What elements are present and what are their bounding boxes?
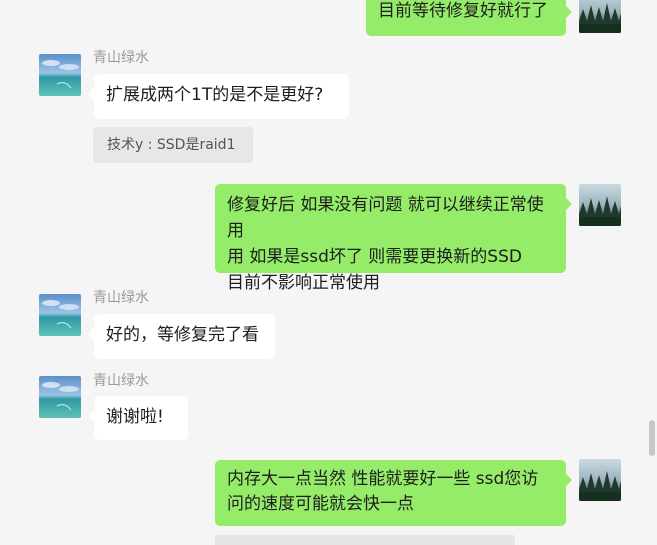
message-bubble-contact[interactable]: 好的，等修复完了看: [88, 314, 275, 359]
sea-avatar-icon: [39, 294, 81, 336]
sea-avatar-icon: [39, 376, 81, 418]
sender-name: 青山绿水: [93, 290, 149, 306]
contact-avatar[interactable]: [39, 294, 81, 336]
self-avatar[interactable]: [579, 184, 621, 226]
scrollbar-thumb[interactable]: [649, 420, 655, 456]
forest-avatar-icon: [579, 459, 621, 501]
partial-message-preview: [215, 535, 515, 545]
message-bubble-contact[interactable]: 扩展成两个1T的是不是更好?: [88, 74, 349, 119]
self-avatar[interactable]: [579, 0, 621, 33]
forest-avatar-icon: [579, 0, 621, 33]
forest-avatar-icon: [579, 184, 621, 226]
contact-avatar[interactable]: [39, 54, 81, 96]
message-bubble-self[interactable]: 内存大一点当然 性能就要好一些 ssd您访 问的速度可能就会快一点: [215, 460, 572, 526]
contact-avatar[interactable]: [39, 376, 81, 418]
sea-avatar-icon: [39, 54, 81, 96]
sender-name: 青山绿水: [93, 50, 149, 66]
chat-window: 目前等待修复好就行了 青山绿水 扩展成两个1T的是不是更好? 技术y : SSD…: [0, 0, 657, 545]
quoted-message[interactable]: 技术y : SSD是raid1: [93, 127, 253, 163]
sender-name: 青山绿水: [93, 373, 149, 389]
message-bubble-contact[interactable]: 谢谢啦!: [88, 396, 188, 440]
message-bubble-self[interactable]: 目前等待修复好就行了: [366, 0, 572, 36]
message-bubble-self[interactable]: 修复好后 如果没有问题 就可以继续正常使用 用 如果是ssd坏了 则需要更换新的…: [215, 184, 572, 293]
self-avatar[interactable]: [579, 459, 621, 501]
